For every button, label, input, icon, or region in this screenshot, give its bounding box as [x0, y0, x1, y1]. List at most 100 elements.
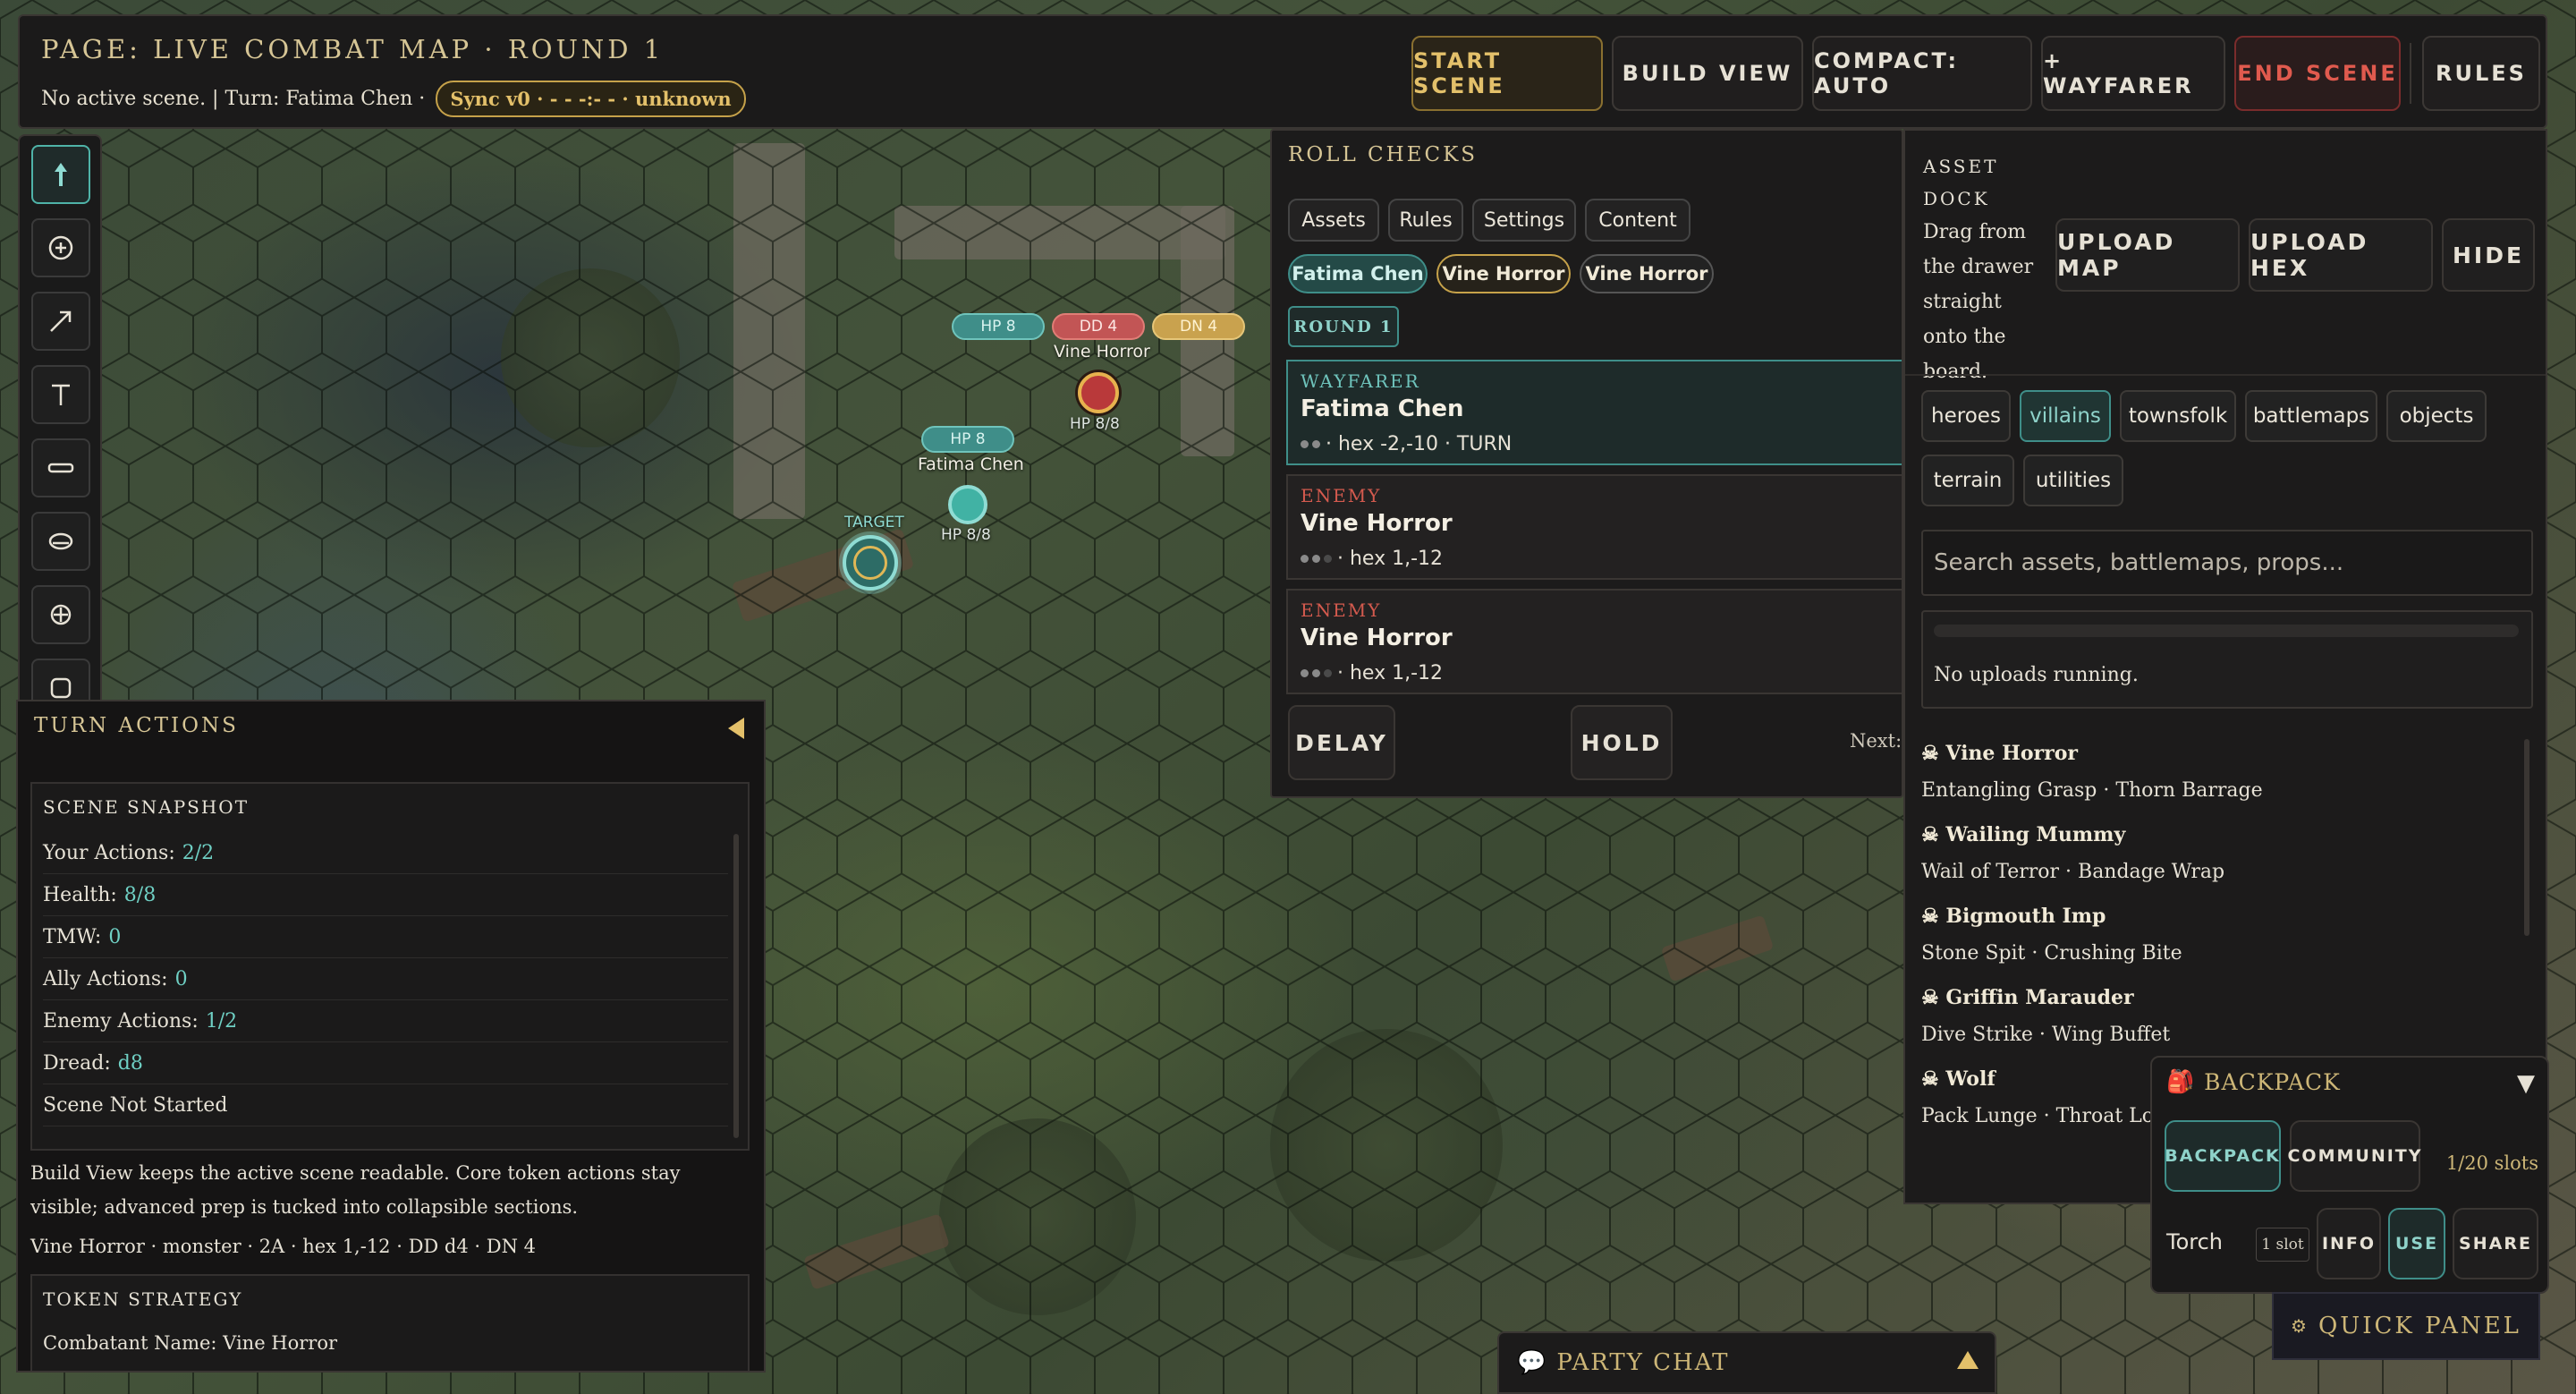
snapshot-row: Health: 8/8: [43, 874, 728, 916]
turn-card-role: ENEMY: [1301, 485, 1382, 506]
snapshot-row: Dread: d8: [43, 1042, 728, 1084]
enemy-token[interactable]: [1078, 372, 1119, 413]
villain-moves: Dive Strike · Wing Buffet: [1921, 1024, 2171, 1046]
turn-actions-panel: TURN ACTIONS SCENE SNAPSHOT Your Actions…: [16, 700, 766, 1373]
party-chat-title: 💬 PARTY CHAT: [1517, 1349, 1729, 1376]
rules-button[interactable]: RULES: [2422, 36, 2540, 111]
tab-content[interactable]: Content: [1585, 199, 1690, 242]
start-scene-button[interactable]: START SCENE: [1411, 36, 1603, 111]
category-villains[interactable]: villains: [2020, 390, 2111, 442]
backpack-icon: 🎒: [2166, 1068, 2196, 1094]
compact-toggle-button[interactable]: COMPACT: AUTO: [1812, 36, 2032, 111]
scene-status-text: No active scene. | Turn: Fatima Chen ·: [41, 88, 426, 110]
turn-card-meta: · hex 1,-12: [1301, 662, 1443, 684]
combatant-chip-vine-horror-2[interactable]: Vine Horror: [1580, 254, 1714, 293]
target-label: TARGET: [844, 514, 904, 531]
category-utilities[interactable]: utilities: [2023, 455, 2123, 506]
backpack-item-name: Torch: [2166, 1229, 2224, 1254]
gear-icon: ⚙: [2291, 1315, 2309, 1337]
roll-checks-panel: ROLL CHECKS Assets Rules Settings Conten…: [1270, 129, 1903, 798]
add-wayfarer-button[interactable]: + WAYFARER: [2041, 36, 2225, 111]
list-item[interactable]: ☠ Wailing Mummy Wail of Terror · Bandage…: [1921, 817, 2533, 898]
upload-status-box: No uploads running.: [1921, 610, 2533, 709]
snapshot-scrollbar[interactable]: [733, 834, 739, 1138]
combatant-chip-fatima[interactable]: Fatima Chen: [1288, 254, 1428, 293]
snapshot-label: Your Actions:: [43, 841, 175, 864]
tab-community[interactable]: COMMUNITY: [2287, 1120, 2421, 1192]
build-view-note: Build View keeps the active scene readab…: [30, 1162, 681, 1218]
combatant-summary: Vine Horror · monster · 2A · hex 1,-12 ·…: [30, 1236, 537, 1257]
asset-dock-help: Drag from the drawer straight onto the b…: [1923, 221, 2034, 383]
ruler-icon[interactable]: [31, 438, 90, 497]
list-item[interactable]: ☠ Vine Horror Entangling Grasp · Thorn B…: [1921, 735, 2533, 817]
asset-dock-title: ASSET DOCK: [1923, 156, 1999, 209]
list-item[interactable]: ☠ Bigmouth Imp Stone Spit · Crushing Bit…: [1921, 898, 2533, 980]
upload-hex-button[interactable]: UPLOAD HEX: [2249, 218, 2433, 292]
snapshot-label: Health:: [43, 883, 117, 906]
line-arrow-icon[interactable]: [31, 292, 90, 351]
delay-button[interactable]: DELAY: [1288, 705, 1395, 780]
ally-token[interactable]: [948, 485, 987, 524]
party-chat-label: PARTY CHAT: [1556, 1349, 1730, 1376]
villain-name: ☠ Wailing Mummy: [1921, 823, 2126, 846]
end-scene-button[interactable]: END SCENE: [2234, 36, 2401, 111]
turn-card[interactable]: ENEMY Vine Horror · hex 1,-12: [1286, 589, 1902, 694]
tab-settings[interactable]: Settings: [1472, 199, 1576, 242]
quick-panel-label: QUICK PANEL: [2318, 1313, 2521, 1339]
snapshot-label: Ally Actions:: [43, 967, 168, 990]
category-terrain[interactable]: terrain: [1921, 455, 2014, 506]
item-use-button[interactable]: USE: [2388, 1208, 2445, 1279]
action-dots-icon: [1301, 669, 1332, 677]
turn-card-name: Vine Horror: [1301, 510, 1453, 537]
tab-assets[interactable]: Assets: [1288, 199, 1379, 242]
enemy-token-hp: HP 8/8: [1070, 415, 1120, 433]
villain-name: ☠ Vine Horror: [1921, 742, 2078, 765]
category-objects[interactable]: objects: [2386, 390, 2487, 442]
crosshair-icon[interactable]: [31, 585, 90, 644]
header-divider: [2410, 43, 2411, 104]
tab-rules[interactable]: Rules: [1388, 199, 1463, 242]
move-arrow-icon[interactable]: [31, 145, 90, 204]
text-tool-icon[interactable]: [31, 365, 90, 424]
category-heroes[interactable]: heroes: [1921, 390, 2011, 442]
chevron-up-icon[interactable]: [1957, 1351, 1979, 1369]
category-townsfolk[interactable]: townsfolk: [2120, 390, 2236, 442]
round-badge: ROUND 1: [1288, 306, 1399, 347]
tab-backpack[interactable]: BACKPACK: [2165, 1120, 2281, 1192]
snapshot-label: TMW:: [43, 925, 102, 948]
strategy-combatant-name: Combatant Name: Vine Horror: [43, 1332, 338, 1354]
target-reticle[interactable]: [843, 535, 898, 591]
asset-search-input[interactable]: [1921, 530, 2533, 596]
quick-panel-button[interactable]: ⚙ QUICK PANEL: [2272, 1292, 2540, 1360]
upload-map-button[interactable]: UPLOAD MAP: [2055, 218, 2240, 292]
turn-card-meta-text: · hex -2,-10 · TURN: [1326, 433, 1513, 455]
item-info-button[interactable]: INFO: [2317, 1208, 2381, 1279]
token-strategy: TOKEN STRATEGY Combatant Name: Vine Horr…: [30, 1274, 750, 1371]
hold-button[interactable]: HOLD: [1571, 705, 1673, 780]
page-title: PAGE: LIVE COMBAT MAP · ROUND 1: [41, 34, 665, 64]
hide-dock-button[interactable]: HIDE: [2442, 218, 2535, 292]
cone-icon[interactable]: [31, 512, 90, 571]
turn-card-current[interactable]: WAYFARER Fatima Chen · hex -2,-10 · TURN: [1286, 360, 1902, 465]
turn-card-meta: · hex -2,-10 · TURN: [1301, 433, 1512, 455]
chat-bubble-icon: 💬: [1517, 1349, 1548, 1376]
upload-status-text: No uploads running.: [1934, 664, 2139, 686]
snapshot-row: Your Actions: 2/2: [43, 832, 728, 874]
villain-name-text: Griffin Marauder: [1945, 986, 2134, 1009]
add-circle-icon[interactable]: [31, 218, 90, 277]
collapse-panel-icon[interactable]: [728, 718, 744, 739]
villain-moves: Wail of Terror · Bandage Wrap: [1921, 861, 2225, 883]
chevron-down-icon[interactable]: ▼: [2517, 1070, 2535, 1097]
dock-divider: [1905, 374, 2546, 376]
item-share-button[interactable]: SHARE: [2453, 1208, 2538, 1279]
villain-list-scrollbar[interactable]: [2524, 739, 2529, 936]
combatant-chip-vine-horror[interactable]: Vine Horror: [1436, 254, 1571, 293]
backpack-title-text: BACKPACK: [2204, 1068, 2341, 1095]
turn-card[interactable]: ENEMY Vine Horror · hex 1,-12: [1286, 474, 1902, 580]
build-view-button[interactable]: BUILD VIEW: [1612, 36, 1803, 111]
backpack-slot-count: 1/20 slots: [2445, 1152, 2538, 1174]
party-chat-bar[interactable]: 💬 PARTY CHAT: [1497, 1331, 1996, 1394]
villain-name-text: Vine Horror: [1945, 742, 2078, 765]
list-item[interactable]: ☠ Griffin Marauder Dive Strike · Wing Bu…: [1921, 980, 2533, 1061]
category-battlemaps[interactable]: battlemaps: [2245, 390, 2377, 442]
